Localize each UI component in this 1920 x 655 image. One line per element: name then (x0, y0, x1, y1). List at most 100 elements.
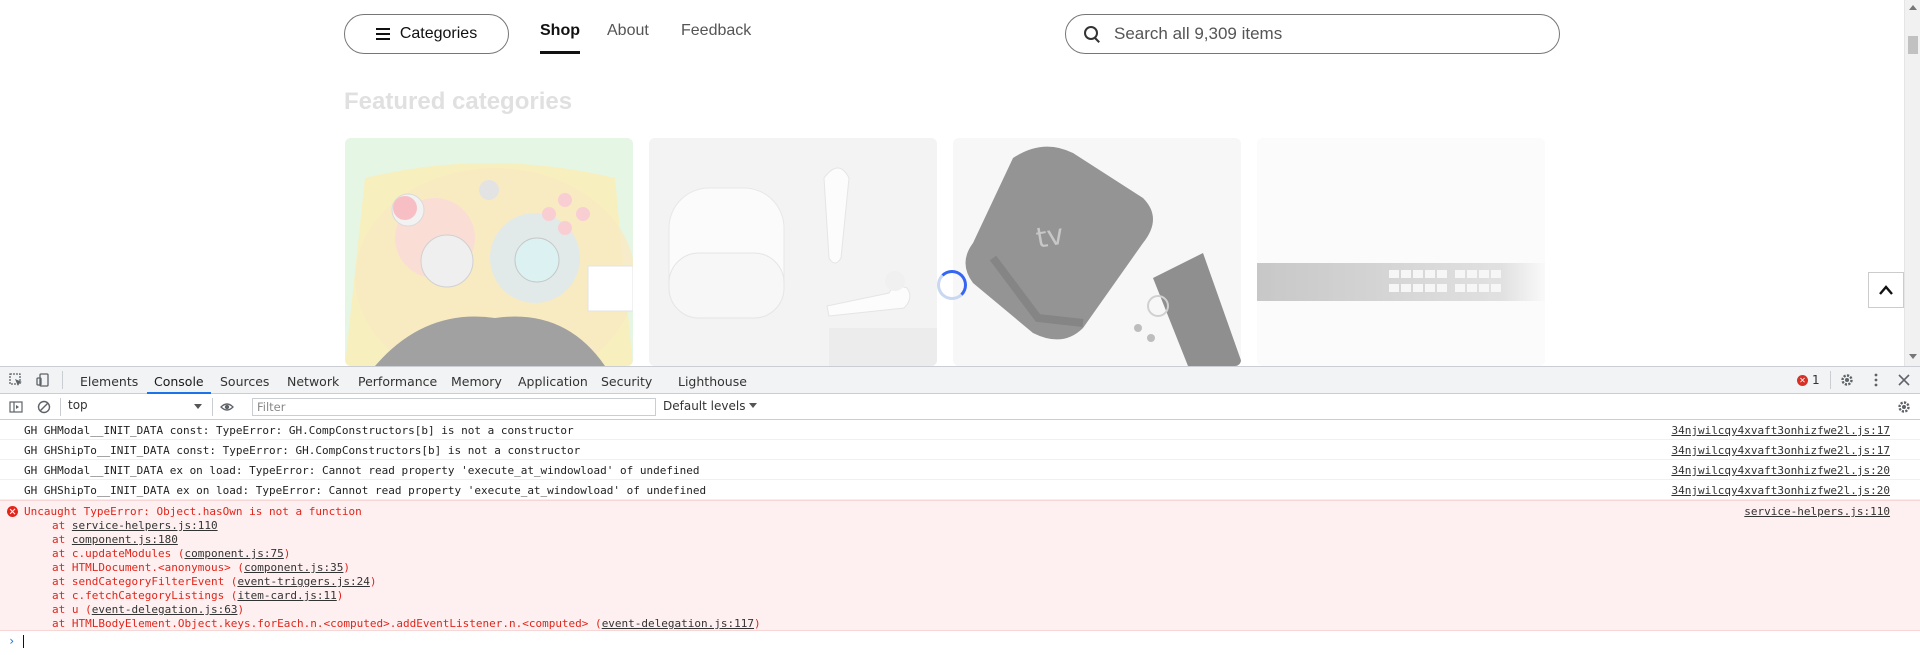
context-selector[interactable]: top (68, 398, 204, 415)
stack-frame-suffix: ) (336, 589, 344, 602)
controller-image (345, 138, 633, 366)
tab-application[interactable]: Application (518, 374, 588, 389)
log-message: GH GHShipTo__INIT_DATA const: TypeError:… (24, 444, 581, 457)
tab-sources[interactable]: Sources (220, 374, 269, 389)
text-cursor (23, 635, 24, 648)
scroll-up-icon[interactable] (1909, 5, 1917, 10)
console-output: GH GHModal__INIT_DATA const: TypeError: … (0, 420, 1920, 651)
console-settings-gear-icon[interactable] (1897, 400, 1911, 414)
error-count-value: 1 (1812, 373, 1820, 387)
console-prompt[interactable]: › (0, 631, 1920, 651)
stack-trace-line: at service-helpers.js:110 (52, 519, 218, 532)
scrollbar-thumb[interactable] (1908, 36, 1918, 54)
log-message: GH GHModal__INIT_DATA const: TypeError: … (24, 424, 574, 437)
categories-label: Categories (399, 25, 478, 42)
clear-console-icon[interactable] (37, 400, 51, 414)
network-switch-image (1257, 138, 1545, 366)
stack-frame-text: at c.updateModules ( (52, 547, 185, 560)
search-input[interactable] (1114, 24, 1534, 44)
tab-performance[interactable]: Performance (358, 374, 437, 389)
error-counter[interactable]: ✕ 1 (1797, 373, 1820, 387)
stack-frame-link[interactable]: event-triggers.js:24 (237, 575, 369, 588)
log-source-link[interactable]: 34njwilcqy4xvaft3onhizfwe2l.js:17 (1671, 424, 1890, 437)
close-devtools-icon[interactable] (1897, 373, 1911, 387)
stack-trace-line: at HTMLBodyElement.Object.keys.forEach.n… (52, 617, 761, 630)
stack-frame-text: at sendCategoryFilterEvent ( (52, 575, 238, 588)
more-options-icon[interactable] (1869, 373, 1883, 387)
tab-elements[interactable]: Elements (80, 374, 138, 389)
console-log-row: GH GHModal__INIT_DATA const: TypeError: … (0, 420, 1920, 440)
tab-memory[interactable]: Memory (451, 374, 502, 389)
stack-trace-line: at c.updateModules (component.js:75) (52, 547, 290, 560)
stack-frame-suffix: ) (369, 575, 377, 588)
stack-frame-link[interactable]: component.js:180 (72, 533, 178, 546)
airpods-image (649, 138, 937, 366)
tab-security[interactable]: Security (601, 374, 652, 389)
stack-frame-text: at c.fetchCategoryListings ( (52, 589, 238, 602)
category-tile-apple-tv[interactable]: tv (953, 138, 1241, 366)
nav-feedback[interactable]: Feedback (681, 22, 751, 40)
stack-frame-link[interactable]: component.js:35 (244, 561, 343, 574)
stack-trace-line: at HTMLDocument.<anonymous> (component.j… (52, 561, 350, 574)
device-toolbar-icon[interactable] (36, 373, 50, 387)
category-tile-network-switch[interactable] (1257, 138, 1545, 366)
category-tile-airpods[interactable] (649, 138, 937, 366)
apple-tv-image: tv (953, 138, 1241, 366)
nav-about[interactable]: About (607, 22, 649, 40)
console-log-row: GH GHModal__INIT_DATA ex on load: TypeEr… (0, 460, 1920, 480)
page-scrollbar[interactable] (1904, 0, 1920, 366)
stack-trace-line: at c.fetchCategoryListings (item-card.js… (52, 589, 343, 602)
stack-frame-link[interactable]: service-helpers.js:110 (72, 519, 218, 532)
loading-overlay (0, 70, 1904, 366)
menu-icon (375, 28, 390, 40)
svg-text:tv: tv (1033, 218, 1066, 255)
log-source-link[interactable]: 34njwilcqy4xvaft3onhizfwe2l.js:17 (1671, 444, 1890, 457)
tab-lighthouse[interactable]: Lighthouse (678, 374, 747, 389)
error-message: Uncaught TypeError: Object.hasOwn is not… (24, 505, 362, 518)
devtools-tab-bar: Elements Console Sources Network Perform… (0, 367, 1920, 394)
stack-frame-text: at HTMLBodyElement.Object.keys.forEach.n… (52, 617, 602, 630)
console-filter-input[interactable] (252, 398, 656, 416)
log-levels-dropdown[interactable]: Default levels (663, 399, 757, 413)
back-to-top-button[interactable] (1868, 272, 1904, 308)
toolbar-divider (1830, 371, 1831, 389)
stack-frame-link[interactable]: event-delegation.js:63 (92, 603, 238, 616)
stack-trace-line: at sendCategoryFilterEvent (event-trigge… (52, 575, 377, 588)
error-icon (7, 506, 18, 517)
log-source-link[interactable]: 34njwilcqy4xvaft3onhizfwe2l.js:20 (1671, 484, 1890, 497)
search-bar[interactable] (1065, 14, 1560, 54)
stack-frame-link[interactable]: component.js:75 (184, 547, 283, 560)
stack-trace-line: at component.js:180 (52, 533, 178, 546)
error-icon: ✕ (1797, 374, 1808, 386)
tab-network[interactable]: Network (287, 374, 339, 389)
log-source-link[interactable]: 34njwilcqy4xvaft3onhizfwe2l.js:20 (1671, 464, 1890, 477)
nav-shop[interactable]: Shop (540, 22, 580, 54)
toolbar-divider (62, 371, 63, 389)
chevron-up-icon (1879, 285, 1893, 295)
stack-frame-link[interactable]: item-card.js:11 (237, 589, 336, 602)
stack-frame-link[interactable]: event-delegation.js:117 (602, 617, 754, 630)
category-tile-controller[interactable] (345, 138, 633, 366)
stack-frame-suffix: ) (283, 547, 291, 560)
settings-gear-icon[interactable] (1840, 373, 1854, 387)
log-message: GH GHModal__INIT_DATA ex on load: TypeEr… (24, 464, 700, 477)
devtools-panel: Elements Console Sources Network Perform… (0, 366, 1920, 655)
console-log-row: GH GHShipTo__INIT_DATA ex on load: TypeE… (0, 480, 1920, 500)
search-icon (1084, 26, 1100, 42)
inspect-element-icon[interactable] (9, 373, 23, 387)
stack-frame-suffix: ) (754, 617, 761, 630)
categories-button[interactable]: Categories (344, 14, 509, 54)
live-expression-eye-icon[interactable] (220, 400, 234, 414)
tab-console[interactable]: Console (147, 374, 211, 394)
toolbar-divider (60, 398, 61, 416)
log-message: GH GHShipTo__INIT_DATA ex on load: TypeE… (24, 484, 707, 497)
stack-frame-text: at u ( (52, 603, 92, 616)
scroll-down-icon[interactable] (1909, 354, 1917, 359)
stack-frame-text: at (52, 533, 72, 546)
stack-frame-suffix: ) (343, 561, 351, 574)
error-source-link[interactable]: service-helpers.js:110 (1744, 505, 1890, 518)
console-toolbar: top Default levels (0, 394, 1920, 420)
sidebar-toggle-icon[interactable] (9, 400, 23, 414)
console-error-entry[interactable]: Uncaught TypeError: Object.hasOwn is not… (0, 500, 1920, 631)
toolbar-divider (212, 398, 213, 416)
